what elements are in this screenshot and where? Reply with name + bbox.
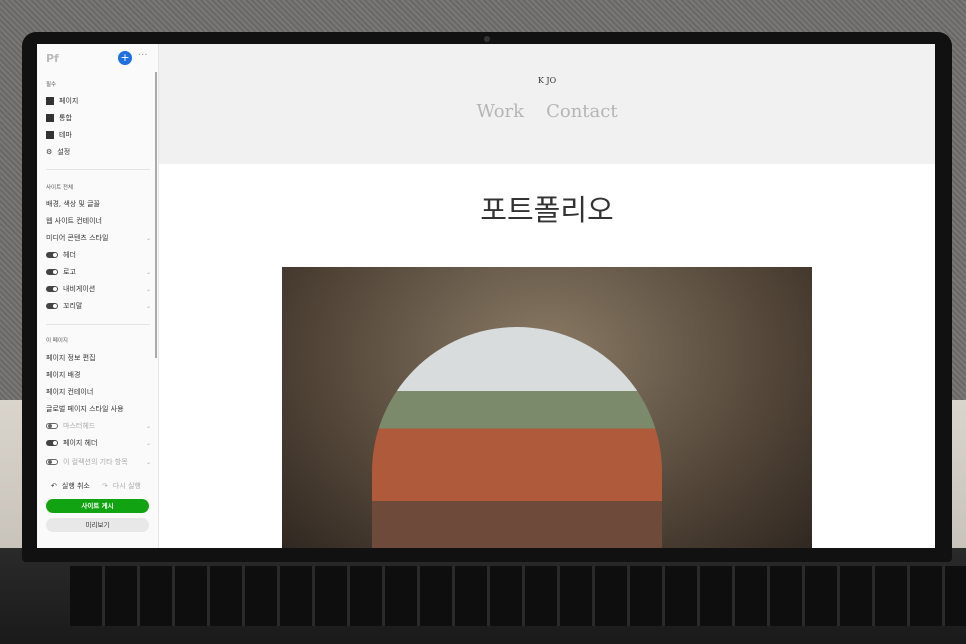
site-header: K JO Work Contact	[159, 44, 935, 164]
sidebar-item-logo[interactable]: 로고 ⌄	[46, 267, 151, 277]
redo-button[interactable]: ↷ 다시 실행	[102, 481, 152, 491]
label: 페이지 컨테이너	[46, 388, 94, 396]
sidebar-item-page-info[interactable]: 페이지 정보 편집	[46, 353, 151, 363]
sidebar-item-pages[interactable]: 페이지	[46, 96, 151, 106]
label: 설정	[57, 148, 71, 156]
toggle[interactable]	[46, 252, 58, 258]
nav-work[interactable]: Work	[476, 101, 524, 122]
toggle[interactable]	[46, 440, 58, 446]
site-nav: Work Contact	[159, 101, 935, 122]
label: 미디어 콘텐츠 스타일	[46, 234, 109, 242]
sidebar-item-masthead[interactable]: 마스터헤드 ⌄	[46, 421, 151, 431]
toggle[interactable]	[46, 423, 58, 429]
toggle[interactable]	[46, 286, 58, 292]
sidebar: Pf + ··· 필수 페이지 통합 테마 ⚙ 설정 사이트 전체 배경, 색상 …	[37, 44, 159, 548]
scrollbar[interactable]	[155, 72, 157, 358]
portfolio-logo: Pf	[46, 52, 59, 65]
section-essentials: 필수	[46, 82, 57, 88]
page-title: 포트폴리오	[480, 193, 614, 227]
sidebar-item-header[interactable]: 헤더	[46, 250, 151, 260]
label: 내비게이션	[63, 285, 96, 293]
sidebar-item-page-background[interactable]: 페이지 배경	[46, 370, 151, 380]
divider	[46, 169, 150, 170]
site-brand[interactable]: K JO	[159, 76, 935, 85]
label: 페이지	[59, 97, 79, 105]
integration-icon	[46, 114, 54, 122]
sidebar-item-global-style[interactable]: 글로벌 페이지 스타일 사용	[46, 404, 151, 414]
sidebar-item-background[interactable]: 배경, 색상 및 글꼴	[46, 199, 151, 209]
page-icon	[46, 97, 54, 105]
chevron-down-icon: ⌄	[145, 458, 151, 466]
redo-icon: ↷	[102, 482, 108, 490]
add-button[interactable]: +	[118, 51, 132, 65]
label: 글로벌 페이지 스타일 사용	[46, 405, 124, 413]
gear-icon: ⚙	[46, 148, 53, 156]
sidebar-item-integrations[interactable]: 통합	[46, 113, 151, 123]
chevron-down-icon: ⌄	[145, 234, 151, 242]
toggle[interactable]	[46, 303, 58, 309]
label: 페이지 헤더	[63, 439, 98, 447]
sidebar-item-page-header[interactable]: 페이지 헤더 ⌄	[46, 438, 151, 448]
label: 마스터헤드	[63, 422, 96, 430]
section-site: 사이트 전체	[46, 185, 74, 191]
label: 꼬리말	[63, 302, 83, 310]
site-preview: K JO Work Contact 포트폴리오	[159, 44, 935, 548]
label: 다시 실행	[112, 482, 141, 490]
sidebar-item-navigation[interactable]: 내비게이션 ⌄	[46, 284, 151, 294]
sidebar-item-container[interactable]: 웹 사이트 컨테이너	[46, 216, 151, 226]
chevron-down-icon: ⌄	[145, 302, 151, 310]
divider	[46, 324, 150, 325]
more-icon[interactable]: ···	[138, 50, 148, 61]
section-page: 이 페이지	[46, 338, 68, 344]
label: 헤더	[63, 251, 76, 259]
sidebar-item-page-container[interactable]: 페이지 컨테이너	[46, 387, 151, 397]
sidebar-item-settings[interactable]: ⚙ 설정	[46, 147, 151, 157]
chevron-down-icon: ⌄	[145, 268, 151, 276]
sidebar-item-theme[interactable]: 테마	[46, 130, 151, 140]
arch-view	[372, 327, 662, 548]
screen: Pf + ··· 필수 페이지 통합 테마 ⚙ 설정 사이트 전체 배경, 색상 …	[37, 44, 935, 548]
chevron-down-icon: ⌄	[145, 285, 151, 293]
chevron-down-icon: ⌄	[145, 422, 151, 430]
label: 페이지 정보 편집	[46, 354, 96, 362]
theme-icon	[46, 131, 54, 139]
preview-button[interactable]: 미리보기	[46, 518, 149, 532]
toggle[interactable]	[46, 269, 58, 275]
label: 배경, 색상 및 글꼴	[46, 200, 100, 208]
label: 실행 취소	[61, 482, 90, 490]
webcam	[484, 36, 490, 42]
sidebar-item-media-style[interactable]: 미디어 콘텐츠 스타일 ⌄	[46, 233, 151, 243]
label: 이 컬렉션의 기타 항목	[63, 458, 128, 466]
nav-contact[interactable]: Contact	[546, 101, 617, 122]
undo-icon: ↶	[51, 482, 57, 490]
portfolio-image[interactable]	[282, 267, 812, 548]
toggle[interactable]	[46, 459, 58, 465]
label: 로고	[63, 268, 76, 276]
label: 웹 사이트 컨테이너	[46, 217, 102, 225]
label: 페이지 배경	[46, 371, 81, 379]
keyboard	[70, 566, 966, 626]
chevron-down-icon: ⌄	[145, 439, 151, 447]
sidebar-item-footer[interactable]: 꼬리말 ⌄	[46, 301, 151, 311]
publish-button[interactable]: 사이트 게시	[46, 499, 149, 513]
label: 테마	[59, 131, 72, 139]
sidebar-item-other-items[interactable]: 이 컬렉션의 기타 항목 ⌄	[46, 457, 151, 467]
label: 통합	[59, 114, 72, 122]
